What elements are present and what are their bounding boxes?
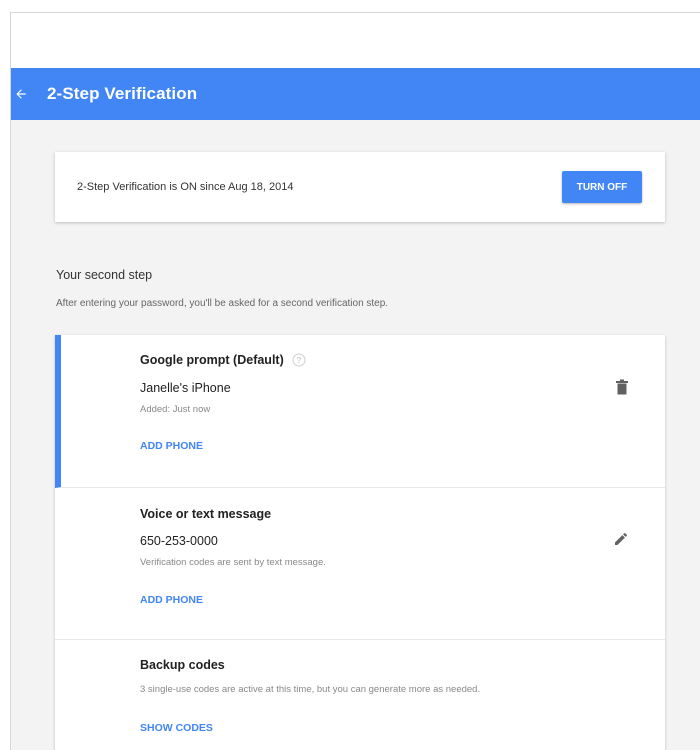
method-backup-codes: Backup codes 3 single-use codes are acti… bbox=[55, 640, 665, 750]
method-title: Voice or text message bbox=[140, 507, 272, 521]
device-name: Janelle's iPhone bbox=[140, 381, 231, 395]
add-phone-link[interactable]: ADD PHONE bbox=[140, 440, 203, 452]
help-icon[interactable]: ? bbox=[292, 353, 306, 367]
add-phone-link[interactable]: ADD PHONE bbox=[140, 594, 203, 606]
app-bar: 2-Step Verification bbox=[11, 68, 700, 120]
method-title: Google prompt (Default) ? bbox=[140, 353, 665, 367]
browser-frame: 2-Step Verification 2-Step Verification … bbox=[10, 12, 700, 750]
method-title-text: Google prompt (Default) bbox=[140, 353, 284, 367]
methods-list: Google prompt (Default) ? Janelle's iPho… bbox=[55, 335, 665, 750]
show-codes-link[interactable]: SHOW CODES bbox=[140, 722, 213, 734]
turn-off-button[interactable]: TURN OFF bbox=[562, 171, 642, 203]
status-text: 2-Step Verification is ON since Aug 18, … bbox=[77, 181, 294, 193]
method-note: 3 single-use codes are active at this ti… bbox=[140, 684, 481, 695]
back-button[interactable] bbox=[11, 68, 41, 120]
method-note: Verification codes are sent by text mess… bbox=[140, 557, 326, 568]
phone-number: 650-253-0000 bbox=[140, 534, 218, 548]
section-description: After entering your password, you'll be … bbox=[56, 298, 389, 309]
page-title: 2-Step Verification bbox=[47, 84, 198, 103]
pencil-icon[interactable] bbox=[613, 531, 629, 552]
top-blank-area bbox=[11, 13, 700, 68]
svg-text:?: ? bbox=[296, 356, 301, 365]
added-note: Added: Just now bbox=[140, 404, 211, 415]
method-title: Backup codes bbox=[140, 658, 225, 672]
method-voice-text: Voice or text message 650-253-0000 Verif… bbox=[55, 488, 665, 640]
trash-icon[interactable] bbox=[615, 379, 629, 400]
status-card: 2-Step Verification is ON since Aug 18, … bbox=[55, 152, 665, 222]
section-title: Your second step bbox=[56, 268, 153, 282]
arrow-left-icon bbox=[16, 89, 26, 99]
method-google-prompt: Google prompt (Default) ? Janelle's iPho… bbox=[55, 335, 665, 488]
